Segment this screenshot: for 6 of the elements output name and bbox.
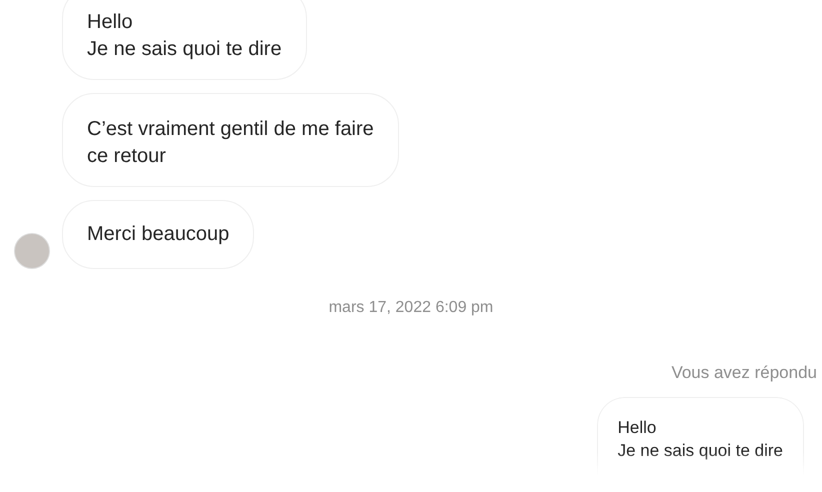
message-bubble: Hello Je ne sais quoi te dire (62, 0, 307, 80)
message-bubble: C’est vraiment gentil de me faire ce retour (62, 93, 399, 187)
message-bubble: Merci beaucoup (62, 200, 254, 269)
timestamp: mars 17, 2022 6:09 pm (328, 299, 494, 317)
reply-label: Vous avez répondu (670, 363, 818, 383)
avatar[interactable] (14, 233, 50, 269)
